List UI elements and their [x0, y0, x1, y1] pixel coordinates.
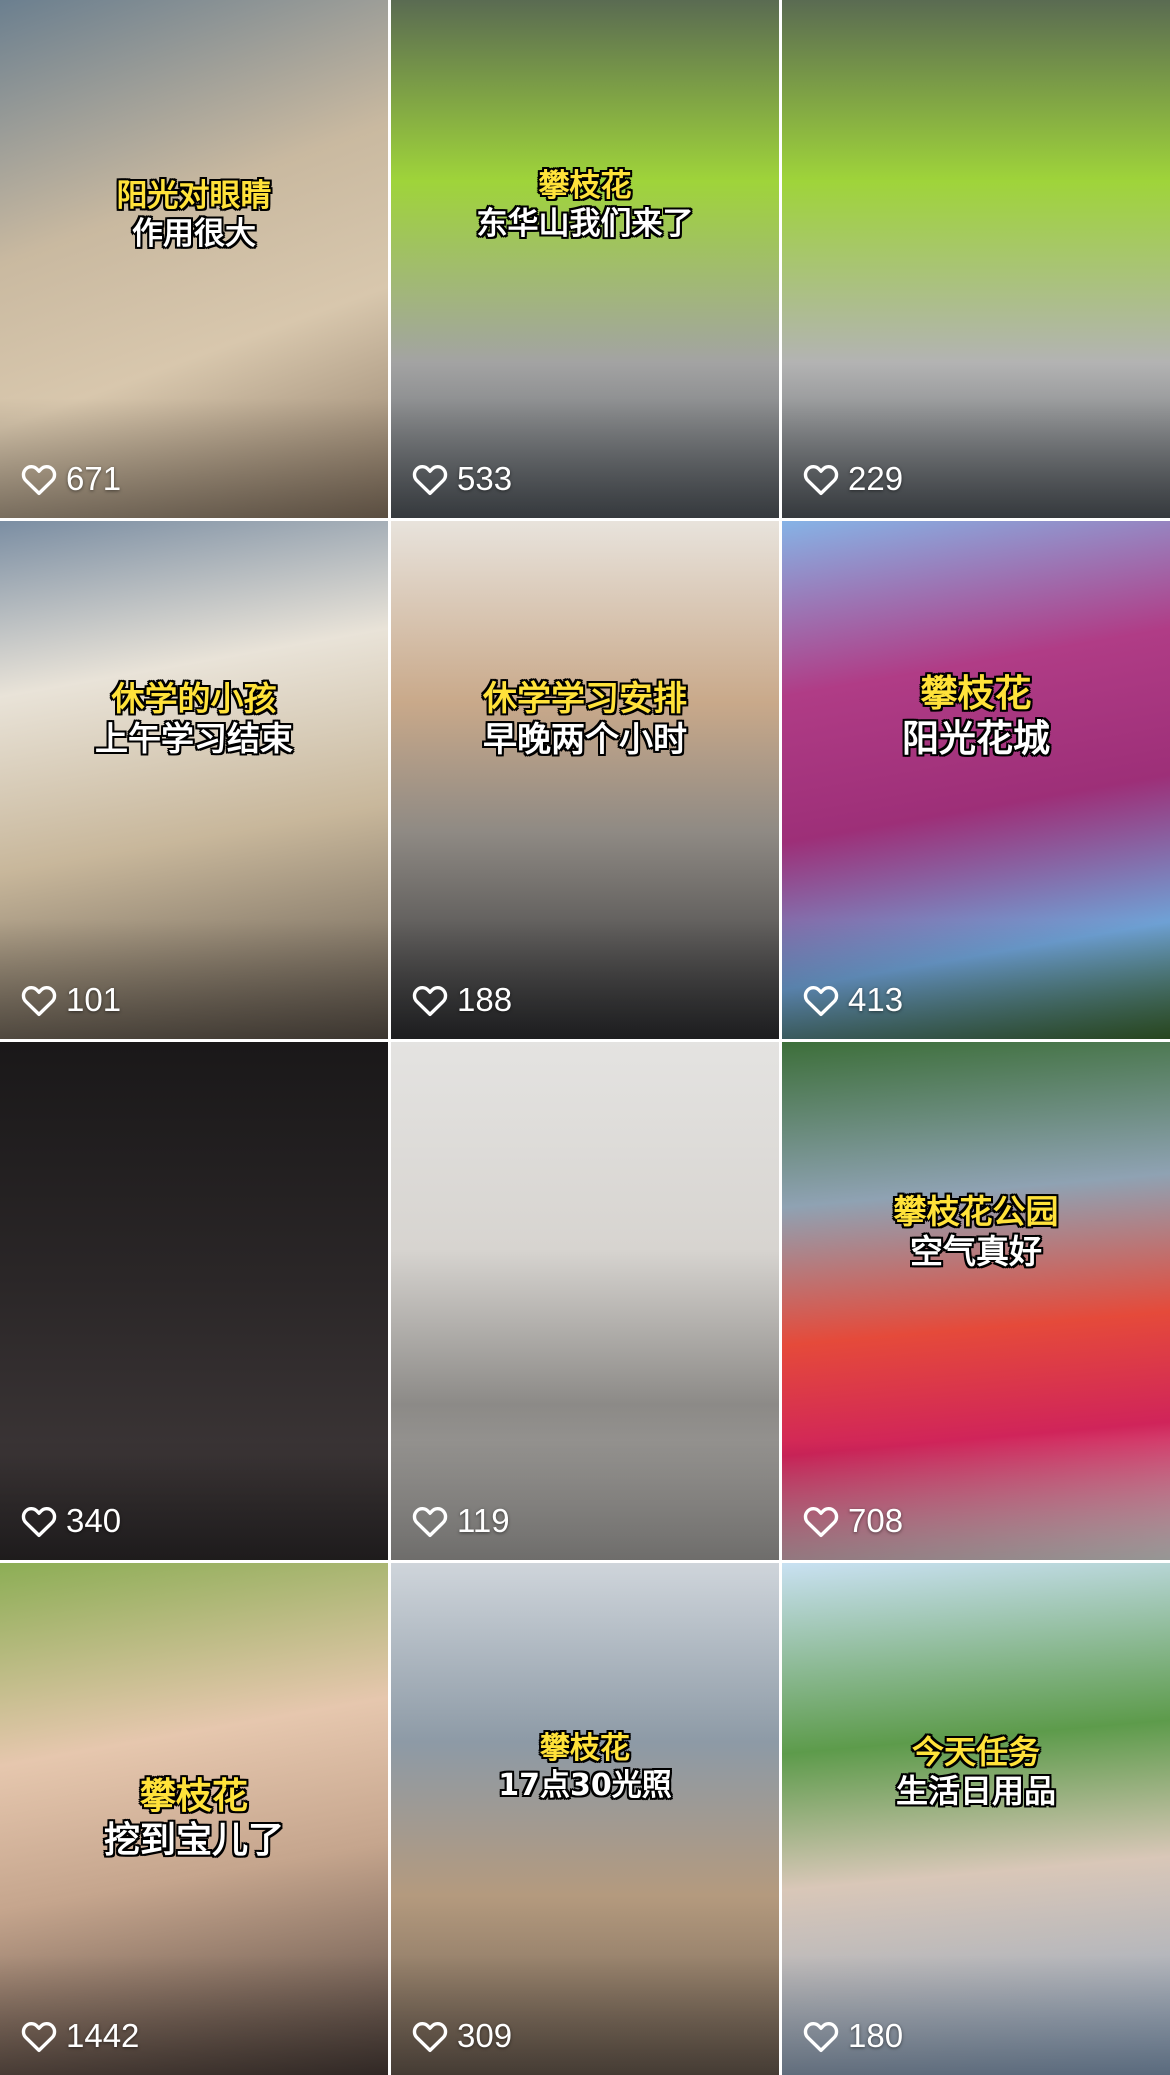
video-thumbnail[interactable]: 119 — [391, 1042, 779, 1560]
video-thumbnail[interactable]: 340 — [0, 1042, 388, 1560]
like-count: 340 — [20, 1502, 121, 1540]
like-count: 413 — [802, 981, 903, 1019]
caption-line-1: 攀枝花 — [920, 672, 1032, 715]
heart-icon — [412, 464, 448, 496]
caption-line-1: 今天任务 — [911, 1733, 1040, 1771]
heart-icon — [21, 985, 57, 1017]
like-count: 229 — [802, 460, 903, 498]
caption-line-1: 阳光对眼睛 — [116, 178, 272, 214]
caption-line-2: 生活日用品 — [895, 1772, 1056, 1811]
heart-icon — [21, 2021, 57, 2053]
caption-line-1: 休学学习安排 — [483, 679, 687, 719]
like-count: 101 — [20, 981, 121, 1019]
caption-line-2: 上午学习结束 — [95, 719, 293, 759]
caption-line-1: 攀枝花 — [139, 1776, 248, 1817]
caption-line-1: 休学的小孩 — [111, 679, 277, 718]
video-thumbnail[interactable]: 今天任务 生活日用品 180 — [782, 1563, 1170, 2075]
caption-line-2: 东华山我们来了 — [476, 205, 694, 242]
heart-icon — [803, 464, 839, 496]
caption-line-1: 攀枝花 — [538, 168, 632, 204]
video-thumbnail[interactable]: 休学的小孩 上午学习结束 101 — [0, 521, 388, 1039]
like-count: 309 — [411, 2017, 512, 2055]
caption-line-2: 早晚两个小时 — [483, 720, 687, 761]
video-caption: 今天任务 生活日用品 — [782, 1733, 1170, 1811]
heart-icon — [21, 1506, 57, 1538]
video-caption: 攀枝花 17点30光照 — [391, 1731, 779, 1804]
caption-line-2: 阳光花城 — [902, 717, 1050, 761]
heart-icon — [803, 2021, 839, 2053]
video-caption: 休学的小孩 上午学习结束 — [0, 679, 388, 760]
video-thumbnail[interactable]: 229 — [782, 0, 1170, 518]
video-caption: 攀枝花 东华山我们来了 — [391, 168, 779, 244]
video-thumbnail[interactable]: 攀枝花 17点30光照 309 — [391, 1563, 779, 2075]
caption-line-2: 空气真好 — [910, 1232, 1042, 1272]
like-count: 119 — [411, 1502, 510, 1540]
caption-line-2: 作用很大 — [132, 215, 256, 252]
video-caption: 攀枝花 挖到宝儿了 — [0, 1775, 388, 1863]
caption-line-2: 17点30光照 — [498, 1767, 672, 1803]
heart-icon — [21, 464, 57, 496]
video-caption: 休学学习安排 早晚两个小时 — [391, 679, 779, 762]
video-thumbnail[interactable]: 攀枝花 挖到宝儿了 1442 — [0, 1563, 388, 2075]
like-count: 671 — [20, 460, 121, 498]
caption-line-1: 攀枝花 — [540, 1731, 630, 1766]
heart-icon — [803, 1506, 839, 1538]
video-caption: 阳光对眼睛 作用很大 — [0, 178, 388, 254]
video-caption: 攀枝花公园 空气真好 — [782, 1192, 1170, 1273]
video-thumbnail[interactable]: 阳光对眼睛 作用很大 671 — [0, 0, 388, 518]
caption-line-2: 挖到宝儿了 — [103, 1819, 284, 1861]
like-count: 533 — [411, 460, 512, 498]
video-grid: 阳光对眼睛 作用很大 671 攀枝花 东华山我们来了 533 229 休学的小孩… — [0, 0, 1170, 2075]
heart-icon — [803, 985, 839, 1017]
like-count: 188 — [411, 981, 512, 1019]
heart-icon — [412, 1506, 448, 1538]
video-thumbnail[interactable]: 攀枝花公园 空气真好 708 — [782, 1042, 1170, 1560]
video-caption: 攀枝花 阳光花城 — [782, 671, 1170, 761]
heart-icon — [412, 2021, 448, 2053]
like-count: 180 — [802, 2017, 903, 2055]
like-count: 1442 — [20, 2017, 139, 2055]
heart-icon — [412, 985, 448, 1017]
video-thumbnail[interactable]: 休学学习安排 早晚两个小时 188 — [391, 521, 779, 1039]
caption-line-1: 攀枝花公园 — [893, 1192, 1059, 1231]
like-count: 708 — [802, 1502, 903, 1540]
video-thumbnail[interactable]: 攀枝花 阳光花城 413 — [782, 521, 1170, 1039]
video-thumbnail[interactable]: 攀枝花 东华山我们来了 533 — [391, 0, 779, 518]
